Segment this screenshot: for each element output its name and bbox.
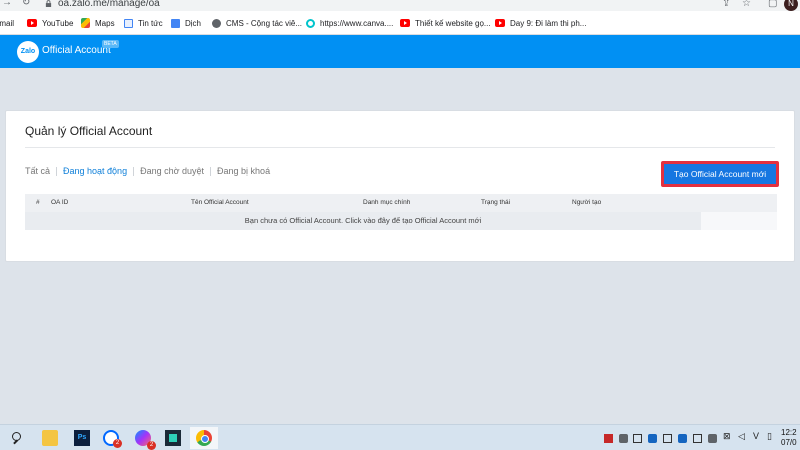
canva-icon <box>306 18 315 28</box>
table-row-filler <box>701 212 777 230</box>
tray-app-icon[interactable] <box>708 434 717 443</box>
column-header-name: Tên Official Account <box>191 199 249 206</box>
bookmark-star-icon[interactable]: ☆ <box>742 0 751 9</box>
search-icon[interactable] <box>10 431 26 447</box>
bookmark-email[interactable]: Email <box>0 16 14 30</box>
zalo-notification-badge: 2 <box>113 439 122 448</box>
tray-app-icon[interactable] <box>693 434 702 443</box>
bookmark-canva[interactable]: https://www.canva.... <box>306 16 393 30</box>
column-header-oa-id: OA ID <box>51 199 69 206</box>
bookmark-cms[interactable]: CMS - Cộng tác viê... <box>212 16 302 30</box>
oa-table: # OA ID Tên Official Account Danh mục ch… <box>25 194 777 230</box>
clock-time: 12:2 <box>781 428 797 437</box>
lock-icon <box>45 0 52 7</box>
network-icon[interactable]: ⊠ <box>723 431 731 442</box>
tray-app-icon[interactable] <box>633 434 642 443</box>
photoshop-icon[interactable]: Ps <box>74 430 90 446</box>
bookmark-website-video[interactable]: Thiết kế website gọ... <box>400 16 491 30</box>
divider <box>25 147 775 148</box>
profile-avatar[interactable]: N <box>784 0 798 11</box>
taskbar: Ps 2 2 ⊠ ◁ V ▯ 12:2 07/0 <box>0 424 800 450</box>
video-editor-icon[interactable] <box>165 430 181 446</box>
messenger-icon[interactable]: 2 <box>135 430 156 450</box>
app-header: Zalo Official Account BETA <box>0 35 800 68</box>
globe-icon <box>212 18 221 28</box>
tray-app-icon[interactable] <box>678 434 687 443</box>
youtube-icon <box>27 19 37 27</box>
column-header-index: # <box>36 199 40 206</box>
address-bar: → ↻ oa.zalo.me/manage/oa ⇪ ☆ ▢ N <box>0 0 800 11</box>
empty-state-row[interactable]: Bạn chưa có Official Account. Click vào … <box>25 212 701 230</box>
filter-locked[interactable]: Đang bị khoá <box>210 167 276 176</box>
tray-app-icon[interactable] <box>604 434 613 443</box>
zalo-app-icon[interactable]: 2 <box>103 430 122 448</box>
bookmark-news[interactable]: Tin tức <box>124 16 163 30</box>
tray-app-icon[interactable] <box>663 434 672 443</box>
zalo-logo[interactable]: Zalo <box>17 41 39 63</box>
page-title: Quản lý Official Account <box>25 124 153 138</box>
bluetooth-icon[interactable] <box>648 434 657 443</box>
file-explorer-icon[interactable] <box>42 430 58 446</box>
bookmark-translate[interactable]: Dịch <box>171 16 201 30</box>
clock-date: 07/0 <box>781 438 797 447</box>
column-header-creator: Người tạo <box>572 199 602 206</box>
youtube-icon <box>495 19 505 27</box>
system-clock[interactable]: 12:2 07/0 <box>781 428 797 448</box>
news-icon <box>124 18 133 28</box>
maps-icon <box>81 18 90 28</box>
filter-all[interactable]: Tất cả <box>25 167 56 176</box>
back-icon[interactable]: → <box>2 0 12 8</box>
bookmarks-bar: Email YouTube Maps Tin tức Dịch CMS - Cộ… <box>0 11 800 35</box>
oa-management-card: Quản lý Official Account Tất cả Đang hoạ… <box>5 110 795 262</box>
url-field[interactable]: oa.zalo.me/manage/oa <box>58 0 160 9</box>
battery-icon[interactable]: ▯ <box>767 431 772 442</box>
translate-icon <box>171 18 180 28</box>
bookmark-youtube[interactable]: YouTube <box>27 16 73 30</box>
reload-icon[interactable]: ↻ <box>22 0 30 8</box>
filter-active[interactable]: Đang hoạt động <box>56 167 133 176</box>
chrome-icon[interactable] <box>196 430 212 446</box>
beta-badge: BETA <box>102 40 119 48</box>
vietnamese-input-icon[interactable]: V <box>753 431 759 441</box>
bookmark-maps[interactable]: Maps <box>81 16 115 30</box>
messenger-notification-badge: 2 <box>147 441 156 450</box>
filter-pending[interactable]: Đang chờ duyệt <box>133 167 210 176</box>
volume-icon[interactable]: ◁ <box>738 431 745 442</box>
share-icon[interactable]: ⇪ <box>722 0 730 9</box>
tray-app-icon[interactable] <box>619 434 628 443</box>
menu-icon[interactable]: ▢ <box>768 0 777 9</box>
youtube-icon <box>400 19 410 27</box>
status-filters: Tất cả Đang hoạt động Đang chờ duyệt Đan… <box>25 167 276 176</box>
brand-title: Official Account <box>42 45 111 56</box>
column-header-category: Danh mục chính <box>363 199 411 206</box>
bookmark-day9-video[interactable]: Day 9: Đi làm thi ph... <box>495 16 586 30</box>
create-oa-button[interactable]: Tạo Official Account mới <box>661 161 779 187</box>
column-header-status: Trạng thái <box>481 199 511 206</box>
